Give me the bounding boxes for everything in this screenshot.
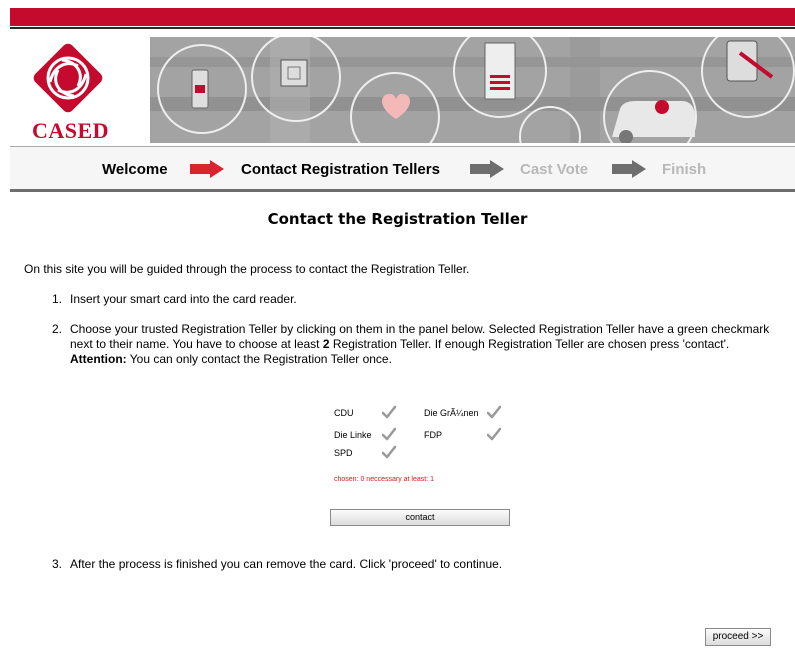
teller-cdu[interactable]: CDU <box>334 408 354 418</box>
logo-text: CASED <box>32 118 110 143</box>
intro-text: On this site you will be guided through … <box>24 262 470 276</box>
checkmark-icon[interactable] <box>382 445 396 459</box>
minimum-count: 2 <box>322 337 330 351</box>
wizard-step-contact-registration-tellers: Contact Registration Tellers <box>241 161 440 178</box>
arrow-right-icon <box>612 160 646 178</box>
wizard-step-finish: Finish <box>662 161 707 178</box>
step-3-text: After the process is finished you can re… <box>70 557 503 571</box>
teller-die-linke[interactable]: Die Linke <box>334 430 372 440</box>
checkmark-icon[interactable] <box>382 405 396 419</box>
step-2-text: Choose your trusted Registration Teller … <box>70 322 788 367</box>
attention-text: You can only contact the Registration Te… <box>126 352 392 366</box>
step-number: 2. <box>52 322 63 336</box>
page-title: Contact the Registration Teller <box>267 210 528 228</box>
step-2-text-part2: Registration Teller. If enough Registrat… <box>329 337 730 351</box>
checkmark-icon[interactable] <box>487 427 501 441</box>
step-number: 3. <box>52 557 63 571</box>
selection-status: chosen: 0 neccessary at least: 1 <box>334 476 434 483</box>
checkmark-icon[interactable] <box>382 427 396 441</box>
attention-label: Attention: <box>70 352 127 366</box>
checkmark-icon[interactable] <box>487 405 501 419</box>
proceed-button[interactable]: proceed >> <box>705 628 771 646</box>
step-1-text: Insert your smart card into the card rea… <box>70 292 297 306</box>
teller-die-gruenen[interactable]: Die GrÃ¼nen <box>424 408 479 418</box>
step-number: 1. <box>52 292 63 306</box>
contact-button[interactable]: contact <box>330 509 510 526</box>
wizard-progress-bar: Welcome Contact Registration Tellers Cas… <box>10 146 795 192</box>
wizard-step-cast-vote: Cast Vote <box>520 161 589 178</box>
teller-fdp[interactable]: FDP <box>424 430 442 440</box>
arrow-right-icon <box>190 160 224 178</box>
header-divider <box>10 27 795 29</box>
arrow-right-icon <box>470 160 504 178</box>
header-red-bar <box>10 8 795 26</box>
wizard-step-welcome: Welcome <box>102 161 168 178</box>
header-banner-image <box>150 37 795 143</box>
teller-spd[interactable]: SPD <box>334 448 353 458</box>
